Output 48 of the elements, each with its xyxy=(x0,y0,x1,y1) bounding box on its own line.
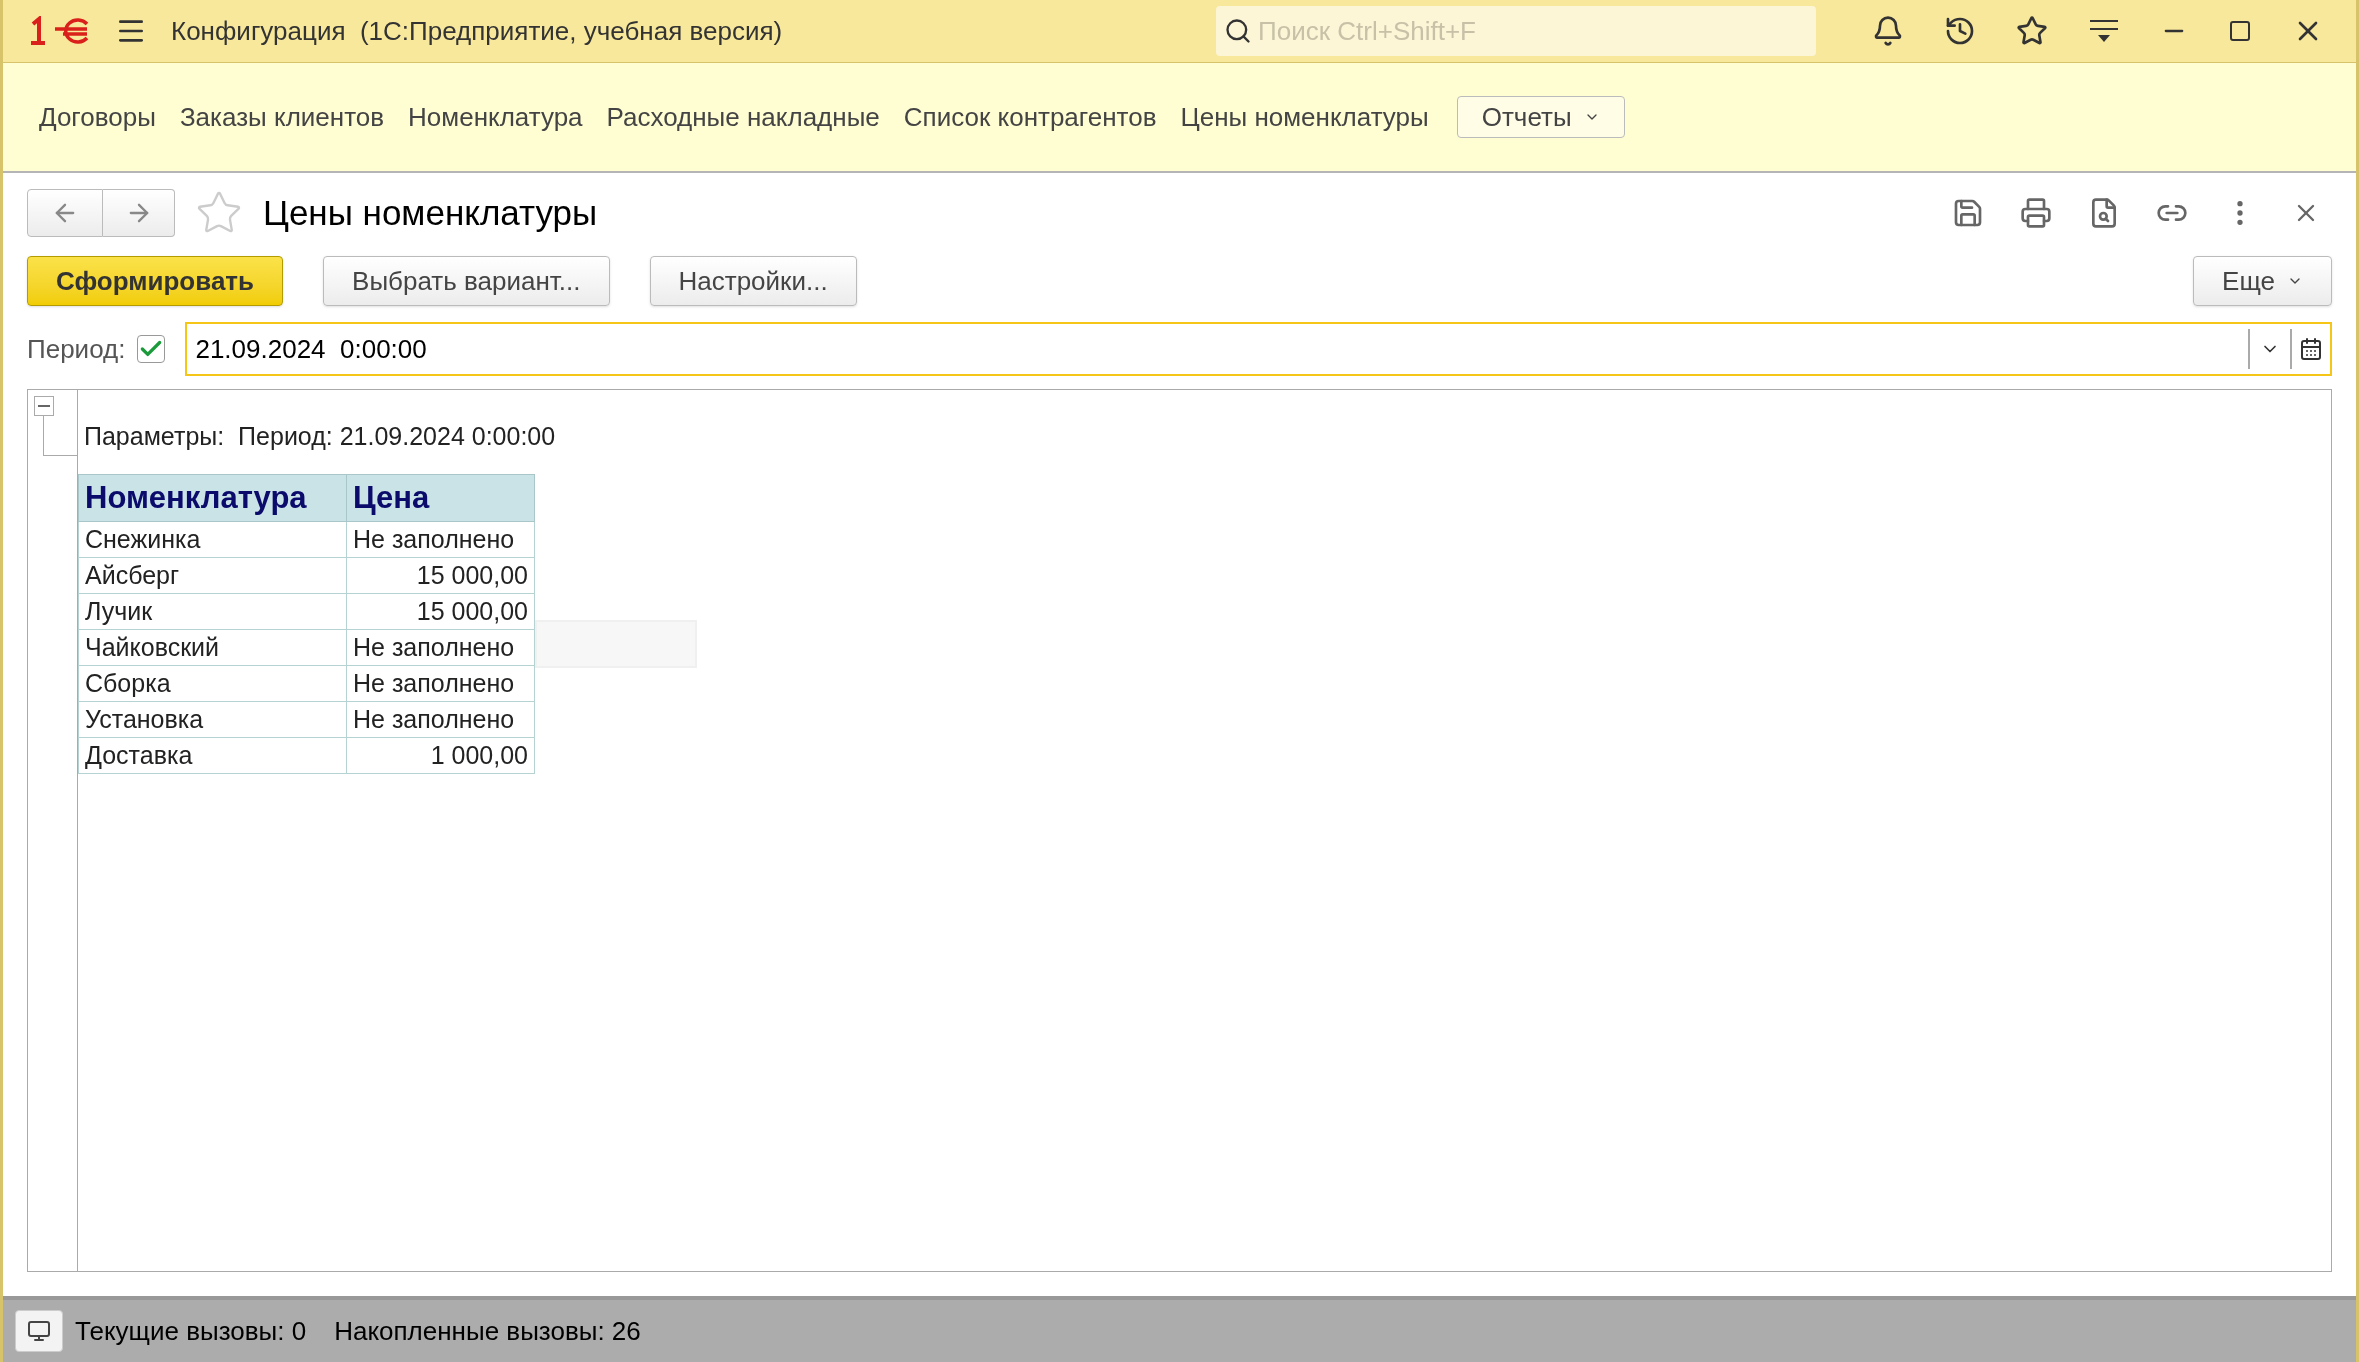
table-cell: 1 000,00 xyxy=(346,737,535,774)
section-link[interactable]: Список контрагентов xyxy=(903,97,1157,137)
table-cell: Не заполнено xyxy=(346,701,535,738)
table-cell: Айсберг xyxy=(78,557,347,594)
star-icon[interactable] xyxy=(2016,15,2048,47)
save-icon[interactable] xyxy=(1952,197,1984,229)
form-title: Цены номенклатуры xyxy=(263,191,598,234)
accumulated-calls: Накопленные вызовы: 26 xyxy=(334,1314,641,1348)
report-parameters: Параметры: Период: 21.09.2024 0:00:00 xyxy=(83,421,557,452)
section-link[interactable]: Заказы клиентов xyxy=(179,97,385,137)
reports-menu-button[interactable]: Отчеты xyxy=(1456,96,1625,138)
period-date-field[interactable]: 21.09.2024 0:00:00 xyxy=(185,322,2332,376)
connections-button[interactable] xyxy=(15,1310,63,1352)
period-label: Период: xyxy=(27,332,126,366)
column-header: Номенклатура xyxy=(78,474,347,522)
table-cell: Чайковский xyxy=(78,629,347,666)
generate-button[interactable]: Сформировать xyxy=(27,256,284,306)
section-link[interactable]: Расходные накладные xyxy=(606,97,880,137)
table-cell: Не заполнено xyxy=(346,665,535,702)
window-title: Конфигурация (1С:Предприятие, учебная версия) xyxy=(171,14,783,48)
monitor-icon xyxy=(27,1319,51,1343)
maximize-icon[interactable] xyxy=(2228,19,2252,43)
print-icon[interactable] xyxy=(2020,197,2052,229)
calendar-icon[interactable] xyxy=(2299,337,2323,361)
table-cell: 15 000,00 xyxy=(346,593,535,630)
bell-icon[interactable] xyxy=(1872,15,1904,47)
forward-button[interactable] xyxy=(103,189,175,237)
section-link[interactable]: Цены номенклатуры xyxy=(1180,97,1429,137)
collapse-icon[interactable] xyxy=(34,396,54,416)
section-link[interactable]: Номенклатура xyxy=(408,97,583,137)
current-calls: Текущие вызовы: 0 xyxy=(75,1314,307,1348)
form-button[interactable]: Выбрать вариант... xyxy=(323,256,610,306)
back-button[interactable] xyxy=(27,189,103,237)
table-cell: Не заполнено xyxy=(346,629,535,666)
history-icon[interactable] xyxy=(1944,15,1976,47)
table-cell: Доставка xyxy=(78,737,347,774)
table-cell: Снежинка xyxy=(78,521,347,558)
search-icon xyxy=(1224,17,1252,45)
table-cell: Сборка xyxy=(78,665,347,702)
section-link[interactable]: Договоры xyxy=(39,97,156,137)
table-cell: Не заполнено xyxy=(346,521,535,558)
table-cell: Лучик xyxy=(78,593,347,630)
table-cell: 15 000,00 xyxy=(346,557,535,594)
table-cell: Установка xyxy=(78,701,347,738)
column-header: Цена xyxy=(346,474,535,522)
form-button[interactable]: Настройки... xyxy=(649,256,857,306)
period-checkbox[interactable] xyxy=(137,335,166,363)
more-button[interactable]: Еще xyxy=(2193,256,2332,306)
